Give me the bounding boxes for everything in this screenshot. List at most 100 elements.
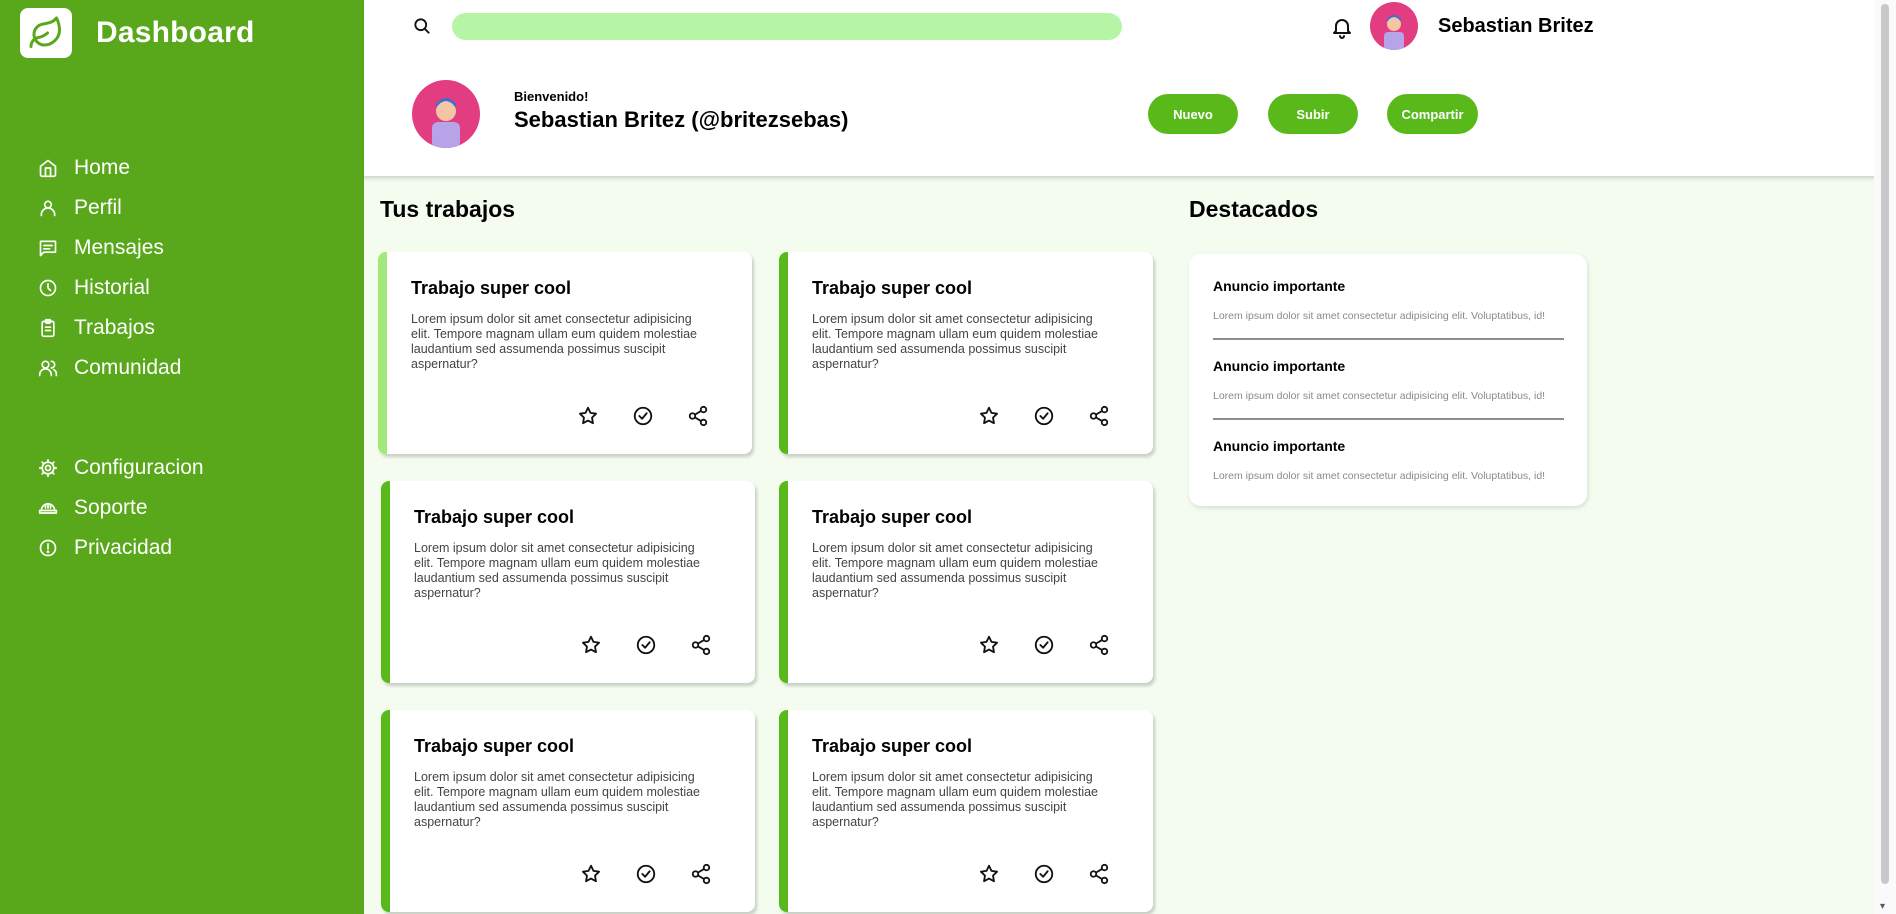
share-icon[interactable] xyxy=(690,862,745,886)
sidebar-item-trabajos[interactable]: Trabajos xyxy=(38,308,338,348)
app-title: Dashboard xyxy=(96,16,255,49)
sidebar-item-label: Soporte xyxy=(74,496,148,519)
secondary-nav: Configuracion Soporte Privacidad xyxy=(38,448,338,568)
announcement-item[interactable]: Anuncio importante Lorem ipsum dolor sit… xyxy=(1213,254,1564,340)
sidebar-item-mensajes[interactable]: Mensajes xyxy=(38,228,338,268)
share-button[interactable]: Compartir xyxy=(1387,94,1478,134)
users-icon xyxy=(38,358,58,378)
check-circle-icon[interactable] xyxy=(635,633,690,657)
sidebar-item-label: Privacidad xyxy=(74,536,173,559)
check-circle-icon[interactable] xyxy=(1033,404,1088,428)
avatar[interactable] xyxy=(1370,2,1418,50)
sidebar-item-label: Trabajos xyxy=(74,316,155,339)
privacy-icon xyxy=(38,538,58,558)
card-description: Lorem ipsum dolor sit amet consectetur a… xyxy=(414,770,701,829)
brand[interactable]: Dashboard xyxy=(20,8,255,58)
sidebar-item-label: Comunidad xyxy=(74,356,182,379)
clock-icon xyxy=(38,278,58,298)
star-icon[interactable] xyxy=(580,633,635,657)
support-helmet-icon xyxy=(38,498,58,518)
leaf-logo-icon xyxy=(20,8,72,58)
featured-section-title: Destacados xyxy=(1189,196,1319,222)
sidebar-item-label: Mensajes xyxy=(74,236,164,259)
card-description: Lorem ipsum dolor sit amet consectetur a… xyxy=(411,312,698,371)
user-icon xyxy=(38,198,58,218)
star-icon[interactable] xyxy=(580,862,635,886)
profile-name: Sebastian Britez (@britezsebas) xyxy=(514,107,849,132)
card-actions xyxy=(580,862,745,886)
star-icon[interactable] xyxy=(577,404,632,428)
sidebar-item-label: Perfil xyxy=(74,196,122,219)
check-circle-icon[interactable] xyxy=(1033,633,1088,657)
sidebar-item-label: Configuracion xyxy=(74,456,204,479)
share-icon[interactable] xyxy=(690,633,745,657)
work-card[interactable]: Trabajo super cool Lorem ipsum dolor sit… xyxy=(779,481,1153,683)
card-title: Trabajo super cool xyxy=(812,507,973,527)
announcement-text: Lorem ipsum dolor sit amet consectetur a… xyxy=(1213,470,1546,482)
announcement-title: Anuncio importante xyxy=(1213,438,1346,454)
work-card[interactable]: Trabajo super cool Lorem ipsum dolor sit… xyxy=(779,252,1153,454)
share-icon[interactable] xyxy=(1088,404,1143,428)
check-circle-icon[interactable] xyxy=(1033,862,1088,886)
featured-panel: Anuncio importante Lorem ipsum dolor sit… xyxy=(1189,254,1587,506)
announcement-item[interactable]: Anuncio importante Lorem ipsum dolor sit… xyxy=(1213,334,1564,420)
sidebar-item-home[interactable]: Home xyxy=(38,148,338,188)
card-description: Lorem ipsum dolor sit amet consectetur a… xyxy=(812,770,1099,829)
work-card[interactable]: Trabajo super cool Lorem ipsum dolor sit… xyxy=(381,710,755,912)
greeting-text: Bienvenido! xyxy=(514,89,589,104)
check-circle-icon[interactable] xyxy=(635,862,690,886)
announcement-text: Lorem ipsum dolor sit amet consectetur a… xyxy=(1213,310,1546,322)
sidebar-item-historial[interactable]: Historial xyxy=(38,268,338,308)
sidebar-item-configuracion[interactable]: Configuracion xyxy=(38,448,338,488)
scroll-thumb[interactable] xyxy=(1881,4,1889,884)
card-actions xyxy=(978,404,1143,428)
works-section-title: Tus trabajos xyxy=(380,196,516,222)
share-icon[interactable] xyxy=(687,404,742,428)
sidebar-item-comunidad[interactable]: Comunidad xyxy=(38,348,338,388)
announcement-item[interactable]: Anuncio importante Lorem ipsum dolor sit… xyxy=(1213,414,1564,494)
search-icon[interactable] xyxy=(412,16,432,36)
new-button[interactable]: Nuevo xyxy=(1148,94,1238,134)
home-icon xyxy=(38,158,58,178)
announcement-text: Lorem ipsum dolor sit amet consectetur a… xyxy=(1213,390,1546,402)
card-actions xyxy=(577,404,742,428)
star-icon[interactable] xyxy=(978,862,1033,886)
star-icon[interactable] xyxy=(978,633,1033,657)
share-icon[interactable] xyxy=(1088,862,1143,886)
header: Sebastian Britez Bienvenido! Sebastian B… xyxy=(364,0,1874,178)
search-input[interactable] xyxy=(452,13,1122,40)
bell-icon[interactable] xyxy=(1330,15,1354,39)
scrollbar[interactable]: ▾ xyxy=(1874,0,1896,914)
card-actions xyxy=(580,633,745,657)
announcement-title: Anuncio importante xyxy=(1213,358,1346,374)
clipboard-icon xyxy=(38,318,58,338)
card-description: Lorem ipsum dolor sit amet consectetur a… xyxy=(812,541,1099,600)
scroll-down-icon[interactable]: ▾ xyxy=(1880,901,1885,912)
work-card[interactable]: Trabajo super cool Lorem ipsum dolor sit… xyxy=(381,481,755,683)
card-title: Trabajo super cool xyxy=(812,278,973,298)
sidebar-item-label: Home xyxy=(74,156,131,179)
card-title: Trabajo super cool xyxy=(411,278,572,298)
share-icon[interactable] xyxy=(1088,633,1143,657)
work-card[interactable]: Trabajo super cool Lorem ipsum dolor sit… xyxy=(378,252,752,454)
announcement-title: Anuncio importante xyxy=(1213,278,1346,294)
sidebar: Dashboard Home Perfil Mensajes Historial xyxy=(0,0,364,914)
header-username[interactable]: Sebastian Britez xyxy=(1438,15,1594,38)
card-actions xyxy=(978,633,1143,657)
sidebar-item-privacidad[interactable]: Privacidad xyxy=(38,528,338,568)
check-circle-icon[interactable] xyxy=(632,404,687,428)
work-card[interactable]: Trabajo super cool Lorem ipsum dolor sit… xyxy=(779,710,1153,912)
gear-icon xyxy=(38,458,58,478)
sidebar-item-perfil[interactable]: Perfil xyxy=(38,188,338,228)
primary-nav: Home Perfil Mensajes Historial Trabajos xyxy=(38,148,338,388)
card-title: Trabajo super cool xyxy=(414,507,575,527)
sidebar-item-label: Historial xyxy=(74,276,150,299)
message-icon xyxy=(38,238,58,258)
upload-button[interactable]: Subir xyxy=(1268,94,1358,134)
card-description: Lorem ipsum dolor sit amet consectetur a… xyxy=(414,541,701,600)
sidebar-item-soporte[interactable]: Soporte xyxy=(38,488,338,528)
card-actions xyxy=(978,862,1143,886)
profile-avatar xyxy=(412,80,480,148)
star-icon[interactable] xyxy=(978,404,1033,428)
card-title: Trabajo super cool xyxy=(414,736,575,756)
